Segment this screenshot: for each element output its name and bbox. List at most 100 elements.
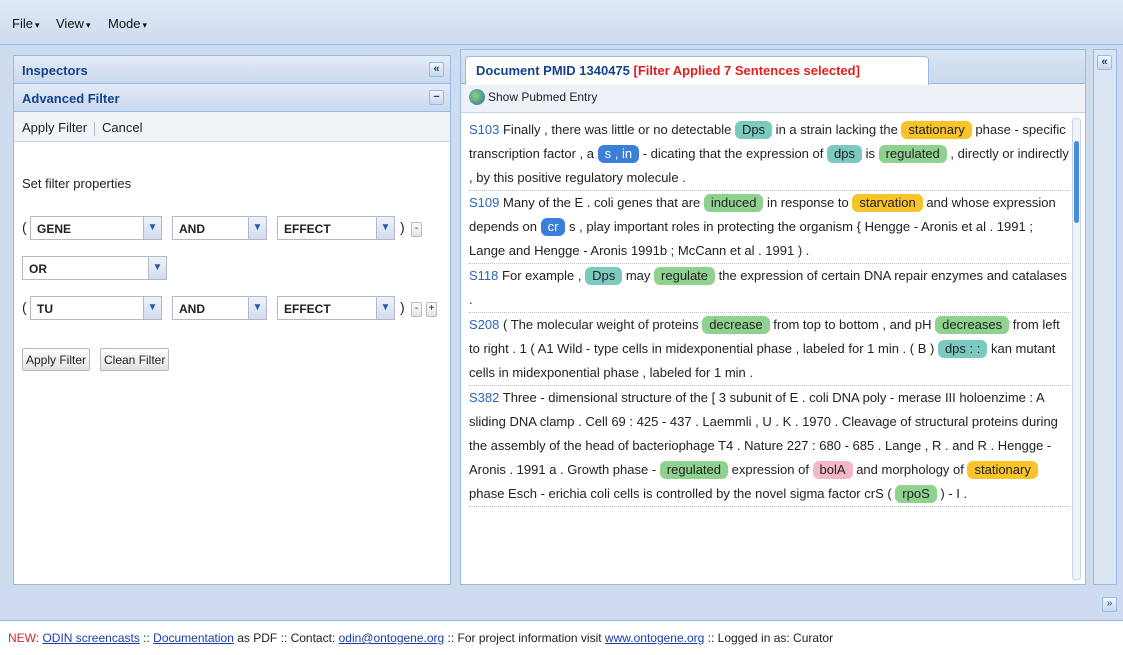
sentence-item: S118 For example , Dps may regulate the … [469,264,1069,313]
entity-tag[interactable]: stationary [901,121,972,139]
open-paren: ( [22,219,27,235]
screencasts-link[interactable]: ODIN screencasts [42,631,139,645]
entity-tag[interactable]: Dps [585,267,623,285]
filter-row-2: ( TU ▼ AND ▼ EFFECT ▼ ) - + [22,296,442,322]
filter-toolbar: Apply Filter Cancel [14,112,450,142]
remove-condition-button[interactable]: - [411,302,422,317]
entity-tag[interactable]: dps [826,145,862,163]
chevron-down-icon: ▼ [248,297,266,319]
target-select[interactable]: EFFECT ▼ [277,216,395,240]
chevron-down-icon: ▼ [148,257,166,279]
document-toolbar: Show Pubmed Entry [461,84,1085,113]
entity-tag[interactable]: cr [540,218,566,236]
contact-email-link[interactable]: odin@ontogene.org [339,631,445,645]
new-label: NEW: [8,631,40,645]
entity-tag[interactable]: decrease [702,316,770,334]
sentence-text: from top to bottom , and pH [769,317,936,332]
clean-filter-button[interactable]: Clean Filter [100,348,170,371]
entity-tag[interactable]: regulated [659,461,728,479]
main-frame: Inspectors « Advanced Filter − Apply Fil… [0,45,1123,620]
combine-operator-select[interactable]: OR ▼ [22,256,167,280]
chevron-down-icon: ▾ [142,20,148,30]
entity-tag[interactable]: induced [703,194,764,212]
target-select-value: EFFECT [284,222,331,236]
entity-tag[interactable]: s , in [597,145,640,163]
cancel-toolbar-button[interactable]: Cancel [102,120,142,135]
apply-filter-toolbar-button[interactable]: Apply Filter [22,120,87,135]
filter-row-1: ( GENE ▼ AND ▼ EFFECT ▼ ) - [22,216,442,242]
field-select-value: GENE [37,222,72,236]
advanced-filter-header: Advanced Filter − [14,84,450,112]
right-collapsed-panel: « [1093,49,1117,585]
pubmed-icon [469,89,485,105]
expand-bottom-icon[interactable]: » [1102,597,1117,612]
field-select[interactable]: TU ▼ [30,296,162,320]
chevron-down-icon: ▼ [376,297,394,319]
sentence-item: S208 ( The molecular weight of proteins … [469,313,1069,386]
sentence-id-link[interactable]: S118 [469,268,498,283]
entity-tag[interactable]: stationary [967,461,1038,479]
apply-filter-button[interactable]: Apply Filter [22,348,91,371]
close-paren: ) [400,219,405,235]
close-paren: ) [400,299,405,315]
menu-mode-label: Mode [108,16,141,31]
collapse-left-icon[interactable]: « [429,62,444,77]
document-tab-title: Document PMID 1340475 [476,63,630,78]
tab-document[interactable]: Document PMID 1340475 [Filter Applied 7 … [465,56,929,85]
project-info-text: :: For project information visit [444,631,605,645]
sentence-id-link[interactable]: S382 [469,390,499,405]
entity-tag[interactable]: bolA [812,461,853,479]
inspectors-panel: Inspectors « Advanced Filter − Apply Fil… [13,55,451,585]
sentence-id-link[interactable]: S103 [469,122,499,137]
pdf-contact-text: as PDF :: Contact: [233,631,339,645]
chevron-down-icon: ▾ [85,20,91,30]
operator-select[interactable]: AND ▼ [172,296,267,320]
sentence-id-link[interactable]: S109 [469,195,499,210]
toolbar-separator [94,121,96,136]
inspectors-title: Inspectors [22,63,88,78]
entity-tag[interactable]: decreases [935,316,1010,334]
minimize-icon[interactable]: − [429,90,444,105]
chevron-down-icon: ▼ [248,217,266,239]
field-select[interactable]: GENE ▼ [30,216,162,240]
target-select[interactable]: EFFECT ▼ [277,296,395,320]
documentation-link[interactable]: Documentation [153,631,234,645]
menu-bar: File ▾ View ▾ Mode ▾ [0,0,1123,45]
menu-file[interactable]: File ▾ [12,16,39,31]
add-condition-button[interactable]: + [426,302,437,317]
sentence-text: and morphology of [852,462,968,477]
chevron-down-icon: ▼ [143,217,161,239]
sentence-text: phase Esch - erichia coli cells is contr… [469,486,896,501]
entity-tag[interactable]: Dps [734,121,773,139]
remove-condition-button[interactable]: - [411,222,422,237]
menu-view[interactable]: View ▾ [56,16,90,31]
sentence-text: - dicating that the expression of [639,146,827,161]
entity-tag[interactable]: regulated [878,145,947,163]
menu-mode[interactable]: Mode ▾ [108,16,147,31]
chevron-down-icon: ▾ [34,20,40,30]
sentence-text: Many of the E . coli genes that are [499,195,704,210]
chevron-down-icon: ▼ [143,297,161,319]
sentence-list: S103 Finally , there was little or no de… [469,118,1069,578]
entity-tag[interactable]: regulate [654,267,716,285]
sentence-item: S382 Three - dimensional structure of th… [469,386,1069,507]
sentence-id-link[interactable]: S208 [469,317,499,332]
scrollbar[interactable] [1072,118,1081,580]
show-pubmed-button[interactable]: Show Pubmed Entry [488,90,597,104]
operator-select[interactable]: AND ▼ [172,216,267,240]
sentence-text: ) - I . [936,486,968,501]
expand-right-icon[interactable]: « [1097,55,1112,70]
scrollbar-thumb[interactable] [1074,141,1079,223]
operator-select-value: AND [179,302,205,316]
separator-text: :: [139,631,154,645]
website-link[interactable]: www.ontogene.org [605,631,704,645]
entity-tag[interactable]: rpoS [895,485,937,503]
sentence-text: is [861,146,879,161]
sentence-item: S109 Many of the E . coli genes that are… [469,191,1069,264]
sentence-text: Finally , there was little or no detecta… [499,122,735,137]
document-panel: Document PMID 1340475 [Filter Applied 7 … [460,49,1086,585]
entity-tag[interactable]: starvation [852,194,923,212]
open-paren: ( [22,299,27,315]
filter-status-label: [Filter Applied 7 Sentences selected] [633,63,860,78]
entity-tag[interactable]: dps : : [937,340,988,358]
